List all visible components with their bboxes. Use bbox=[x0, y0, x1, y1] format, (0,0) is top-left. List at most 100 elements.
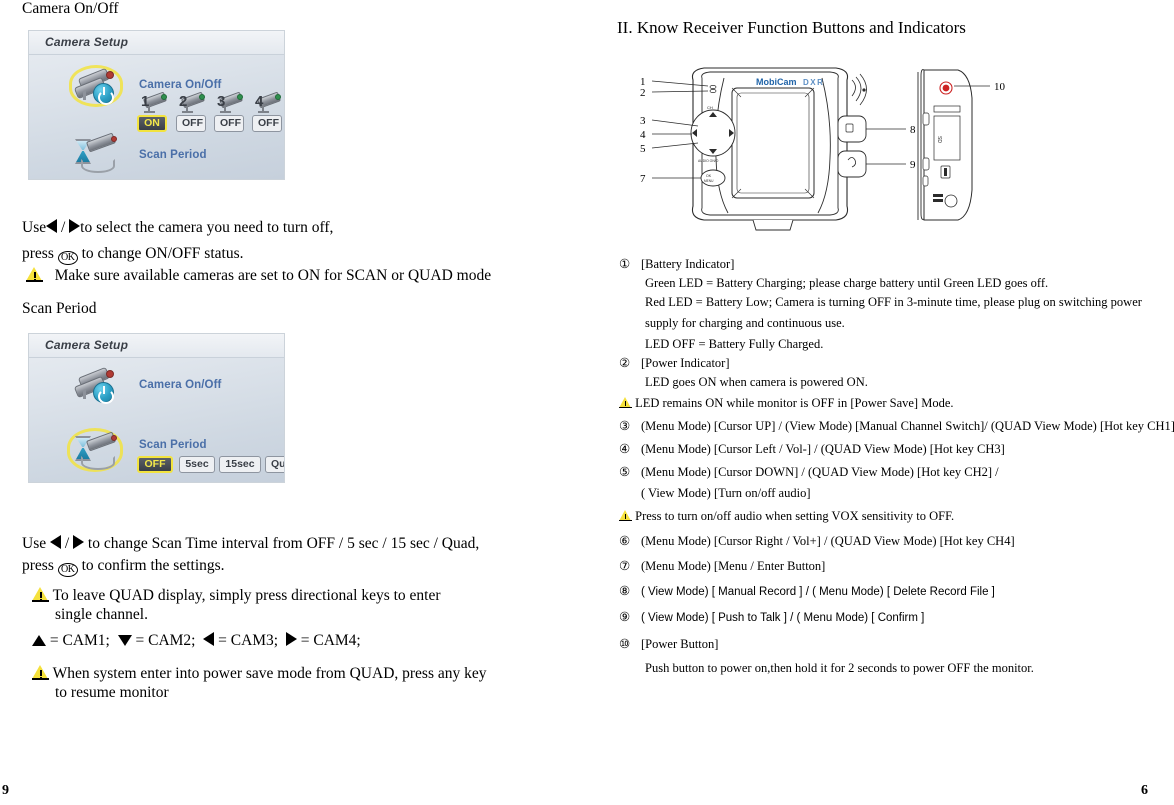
item-text: [Battery Indicator] bbox=[641, 257, 735, 271]
power-icon bbox=[93, 382, 114, 404]
camera-toggle-icon-4[interactable]: 4 bbox=[253, 91, 283, 115]
callout-8: 8 bbox=[910, 124, 916, 136]
camera-state-button-4[interactable]: OFF bbox=[252, 115, 282, 132]
item-text: (Menu Mode) [Cursor DOWN] / (QUAD View M… bbox=[641, 465, 999, 479]
instruction-line-press-ok: press OK to change ON/OFF status. bbox=[22, 243, 244, 265]
camera-led-dot bbox=[275, 94, 281, 100]
instruction-press-label: press bbox=[22, 557, 54, 574]
camera-base bbox=[182, 111, 193, 113]
item-number: ⑤ bbox=[619, 465, 631, 479]
camera-state-button-1[interactable]: ON bbox=[137, 115, 167, 132]
list-item: ⑤ (Menu Mode) [Cursor DOWN] / (QUAD View … bbox=[619, 461, 1174, 484]
callout-3: 3 bbox=[640, 115, 646, 127]
item-text: ( View Mode) [ Push to Talk ] / ( Menu M… bbox=[641, 612, 925, 624]
osd-window-title: Camera Setup bbox=[45, 338, 129, 352]
item-text: (Menu Mode) [Cursor Right / Vol+] / (QUA… bbox=[641, 534, 1015, 548]
function-description-list: ① [Battery Indicator] Green LED = Battery… bbox=[619, 255, 1174, 679]
scan-period-menu-icon[interactable] bbox=[73, 132, 123, 175]
list-item: ⑧ ( View Mode) [ Manual Record ] / ( Menu… bbox=[619, 579, 1174, 605]
list-item: ( View Mode) [Turn on/off audio] bbox=[619, 484, 1174, 503]
item-number: ⑨ bbox=[619, 610, 631, 624]
osd-menu-label-camera-onoff[interactable]: Camera On/Off bbox=[139, 79, 221, 91]
item-number: ⑩ bbox=[619, 637, 631, 651]
osd-window-title: Camera Setup bbox=[45, 35, 129, 49]
osd-menu-label-camera-onoff[interactable]: Camera On/Off bbox=[139, 379, 221, 391]
item-number: ② bbox=[619, 356, 631, 370]
list-item: LED goes ON when camera is powered ON. bbox=[619, 373, 1174, 392]
list-item: Green LED = Battery Charging; please cha… bbox=[619, 274, 1174, 293]
page-number-right: 6 bbox=[1141, 783, 1148, 798]
item-text: Red LED = Battery Low; Camera is turning… bbox=[645, 295, 1142, 309]
scan-loop-arrow-icon bbox=[81, 159, 115, 173]
warning-triangle-icon bbox=[32, 665, 49, 680]
item-text: [Power Button] bbox=[641, 637, 719, 651]
receiver-diagram: MobiCam DXR CH AUDIO ON/O OK MENU 1 2 3 … bbox=[628, 58, 1028, 233]
camera-base bbox=[144, 111, 155, 113]
arrow-right-icon bbox=[73, 535, 85, 549]
arrow-left-icon bbox=[49, 535, 61, 549]
warning-text: To leave QUAD display, simply press dire… bbox=[52, 587, 441, 604]
item-text: Green LED = Battery Charging; please cha… bbox=[645, 276, 1049, 290]
arrow-up-icon bbox=[32, 635, 46, 646]
list-item: ⑥ (Menu Mode) [Cursor Right / Vol+] / (QU… bbox=[619, 529, 1174, 554]
item-text: (Menu Mode) [Cursor Left / Vol-] / (QUAD… bbox=[641, 442, 1005, 456]
camera-state-button-2[interactable]: OFF bbox=[176, 115, 206, 132]
camera-toggle-icon-3[interactable]: 3 bbox=[215, 91, 245, 115]
scan-period-menu-icon[interactable] bbox=[67, 428, 123, 474]
instruction-slash: / bbox=[64, 535, 70, 552]
camera-state-button-3[interactable]: OFF bbox=[214, 115, 244, 132]
camera-number-2: 2 bbox=[179, 93, 188, 110]
camera-lens-icon bbox=[106, 370, 114, 378]
camera-led-dot bbox=[199, 94, 205, 100]
list-item: ② [Power Indicator] bbox=[619, 354, 1174, 373]
instruction-use-label: Use bbox=[22, 535, 47, 552]
callout-2: 2 bbox=[640, 87, 646, 99]
svg-text:CH: CH bbox=[707, 105, 713, 110]
left-column: Camera On/Off Camera Setup Camera On/Off bbox=[0, 0, 585, 805]
osd-menu-label-scan-period[interactable]: Scan Period bbox=[139, 439, 207, 451]
arrow-right-icon bbox=[285, 632, 297, 646]
page-number-left: 9 bbox=[2, 783, 9, 798]
right-column: II. Know Receiver Function Buttons and I… bbox=[585, 0, 1174, 805]
scan-option-off[interactable]: OFF bbox=[137, 456, 173, 473]
list-item: ③ (Menu Mode) [Cursor UP] / (View Mode) [… bbox=[619, 415, 1174, 438]
instruction-change-status-text: to change ON/OFF status. bbox=[81, 245, 244, 262]
item-text: LED goes ON when camera is powered ON. bbox=[645, 375, 868, 389]
item-text: [Power Indicator] bbox=[641, 356, 730, 370]
list-item-warning: LED remains ON while monitor is OFF in [… bbox=[619, 392, 1174, 415]
instruction-scan-text: to change Scan Time interval from OFF / … bbox=[87, 535, 480, 552]
callout-4: 4 bbox=[640, 129, 646, 141]
camera-stand bbox=[83, 390, 86, 399]
camera-number-4: 4 bbox=[255, 93, 264, 110]
callout-7: 7 bbox=[640, 173, 646, 185]
camera-stand bbox=[83, 91, 86, 100]
item-text: (Menu Mode) [Menu / Enter Button] bbox=[641, 559, 826, 573]
camera-toggle-icon-2[interactable]: 2 bbox=[177, 91, 207, 115]
osd-screenshot-camera-onoff: Camera Setup Camera On/Off 1 2 3 4 ON OF… bbox=[28, 30, 285, 180]
svg-text:AUDIO ON/O: AUDIO ON/O bbox=[698, 159, 719, 163]
ok-button-icon: OK bbox=[57, 251, 78, 265]
camera-toggle-icon-1[interactable]: 1 bbox=[139, 91, 169, 115]
osd-menu-label-scan-period[interactable]: Scan Period bbox=[139, 149, 207, 161]
scan-option-5sec[interactable]: 5sec bbox=[179, 456, 215, 473]
instruction-line-select-camera: Use / to select the camera you need to t… bbox=[22, 217, 333, 239]
arrow-left-icon bbox=[46, 219, 58, 233]
arrow-right-icon bbox=[69, 219, 81, 233]
ok-button-icon: OK bbox=[57, 563, 78, 577]
warning-text: Make sure available cameras are set to O… bbox=[54, 267, 492, 284]
svg-text:MENU: MENU bbox=[704, 179, 714, 183]
scan-option-quad[interactable]: Quad bbox=[265, 456, 284, 473]
camera-lens-icon bbox=[106, 71, 114, 79]
list-item: ⑩ [Power Button] bbox=[619, 631, 1174, 657]
brand-logo-suffix: DXR bbox=[803, 78, 824, 87]
item-text: (Menu Mode) [Cursor UP] / (View Mode) [M… bbox=[641, 419, 1174, 433]
camera-led-dot bbox=[161, 94, 167, 100]
item-text: ( View Mode) [ Manual Record ] / ( Menu … bbox=[641, 586, 995, 598]
section-title-camera-onoff: Camera On/Off bbox=[22, 0, 119, 17]
item-text: LED OFF = Battery Fully Charged. bbox=[645, 337, 824, 351]
item-number: ① bbox=[619, 257, 631, 271]
osd-screenshot-scan-period: Camera Setup Camera On/Off Scan Period O… bbox=[28, 333, 285, 483]
scan-option-15sec[interactable]: 15sec bbox=[219, 456, 261, 473]
item-text: Push button to power on,then hold it for… bbox=[645, 661, 1034, 675]
camera-led-dot bbox=[237, 94, 243, 100]
